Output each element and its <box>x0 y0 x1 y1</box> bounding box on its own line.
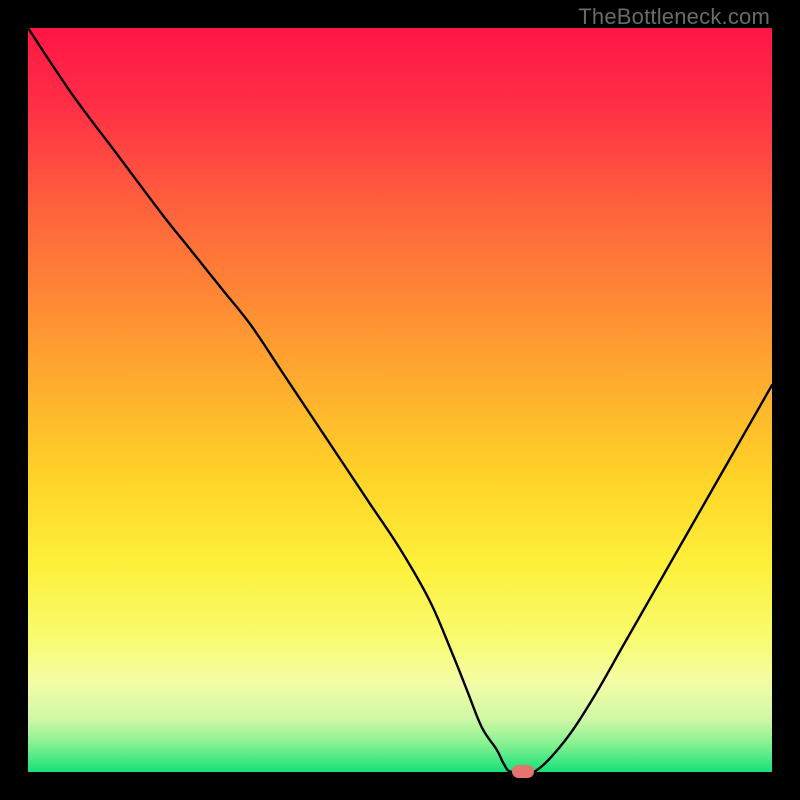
bottleneck-chart <box>28 28 772 772</box>
chart-frame: TheBottleneck.com <box>0 0 800 800</box>
plot-area <box>28 28 772 772</box>
optimal-marker-icon <box>512 765 534 778</box>
watermark-label: TheBottleneck.com <box>578 4 770 30</box>
gradient-background <box>28 28 772 772</box>
